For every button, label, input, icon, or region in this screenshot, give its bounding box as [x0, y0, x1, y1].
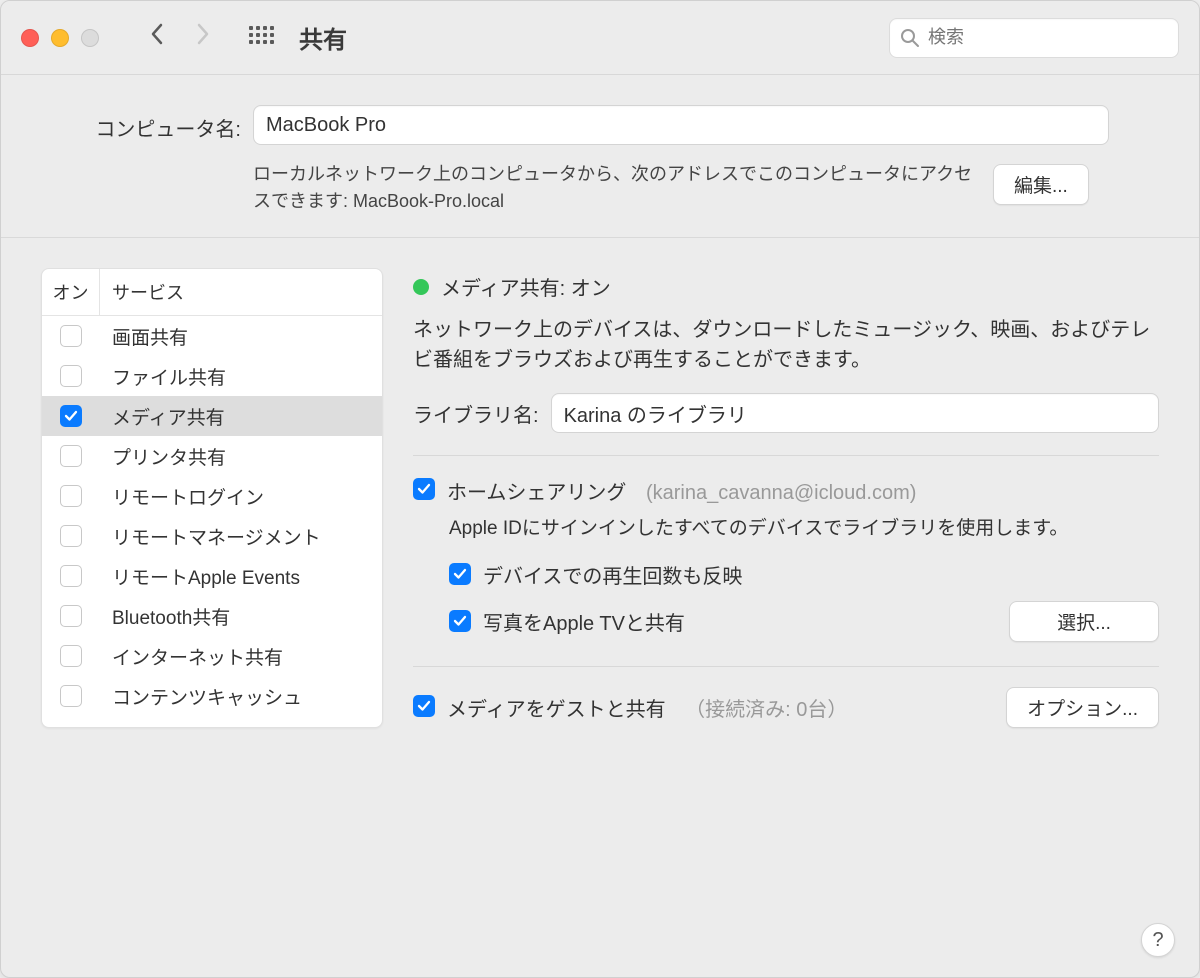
service-list-header: オン サービス — [42, 269, 382, 316]
zoom-window-button — [81, 29, 99, 47]
minimize-window-button[interactable] — [51, 29, 69, 47]
service-checkbox[interactable] — [60, 405, 82, 427]
close-window-button[interactable] — [21, 29, 39, 47]
search-box[interactable] — [889, 18, 1179, 58]
library-name-label: ライブラリ名: — [413, 399, 539, 428]
guest-sharing-status: （接続済み: 0台） — [685, 699, 847, 721]
photos-appletv-checkbox[interactable] — [449, 610, 471, 632]
edit-button[interactable]: 編集... — [993, 164, 1089, 205]
detail-pane: メディア共有: オン ネットワーク上のデバイスは、ダウンロードしたミュージック、… — [413, 268, 1169, 728]
service-row[interactable]: プリンタ共有 — [42, 436, 382, 476]
home-sharing-account: (karina_cavanna@icloud.com) — [646, 482, 916, 504]
service-checkbox[interactable] — [60, 565, 82, 587]
service-name: プリンタ共有 — [100, 443, 226, 470]
service-row[interactable]: ファイル共有 — [42, 356, 382, 396]
pane-title: 共有 — [299, 20, 347, 55]
search-icon — [900, 28, 920, 48]
local-address-desc: ローカルネットワーク上のコンピュータから、次のアドレスでこのコンピュータにアクセ… — [253, 161, 973, 215]
search-input[interactable] — [928, 27, 1168, 48]
service-checkbox[interactable] — [60, 365, 82, 387]
service-row[interactable]: リモートログイン — [42, 476, 382, 516]
play-count-label: デバイスでの再生回数も反映 — [483, 560, 742, 589]
home-sharing-label: ホームシェアリング — [447, 482, 626, 504]
window-controls — [21, 29, 99, 47]
service-row[interactable]: リモートマネージメント — [42, 516, 382, 556]
service-checkbox[interactable] — [60, 445, 82, 467]
show-all-icon[interactable] — [249, 26, 273, 50]
col-on-header: オン — [42, 269, 100, 315]
guest-sharing-label: メディアをゲストと共有 — [447, 699, 666, 721]
service-row[interactable]: メディア共有 — [42, 396, 382, 436]
service-row[interactable]: コンテンツキャッシュ — [42, 676, 382, 716]
service-row[interactable]: リモートApple Events — [42, 556, 382, 596]
divider — [413, 455, 1159, 456]
service-row[interactable]: Bluetooth共有 — [42, 596, 382, 636]
service-name: ファイル共有 — [100, 363, 226, 390]
titlebar: 共有 — [1, 1, 1199, 75]
service-list: オン サービス 画面共有ファイル共有メディア共有プリンタ共有リモートログインリモ… — [41, 268, 383, 728]
service-checkbox[interactable] — [60, 325, 82, 347]
computer-name-label: コンピュータ名: — [61, 105, 241, 142]
service-row[interactable]: インターネット共有 — [42, 636, 382, 676]
service-name: リモートApple Events — [100, 563, 300, 590]
service-name: リモートログイン — [100, 483, 264, 510]
back-button[interactable] — [149, 22, 165, 53]
guest-sharing-checkbox[interactable] — [413, 695, 435, 717]
select-button[interactable]: 選択... — [1009, 601, 1159, 642]
options-button[interactable]: オプション... — [1006, 687, 1159, 728]
service-name: 画面共有 — [100, 323, 188, 350]
service-checkbox[interactable] — [60, 685, 82, 707]
sharing-prefs-window: 共有 コンピュータ名: ローカルネットワーク上のコンピュータから、次のアドレスで… — [0, 0, 1200, 978]
play-count-checkbox[interactable] — [449, 563, 471, 585]
status-text: メディア共有: オン — [441, 272, 611, 301]
service-name: Bluetooth共有 — [100, 603, 230, 630]
help-button[interactable]: ? — [1141, 923, 1175, 957]
computer-name-section: コンピュータ名: ローカルネットワーク上のコンピュータから、次のアドレスでこのコ… — [1, 75, 1199, 238]
home-sharing-desc: Apple IDにサインインしたすべてのデバイスでライブラリを使用します。 — [449, 515, 1159, 544]
service-name: リモートマネージメント — [100, 523, 321, 550]
status-indicator-icon — [413, 279, 429, 295]
service-checkbox[interactable] — [60, 645, 82, 667]
main-section: オン サービス 画面共有ファイル共有メディア共有プリンタ共有リモートログインリモ… — [1, 238, 1199, 758]
service-checkbox[interactable] — [60, 525, 82, 547]
forward-button — [195, 22, 211, 53]
computer-name-field[interactable] — [253, 105, 1109, 145]
service-name: メディア共有 — [100, 403, 225, 430]
service-checkbox[interactable] — [60, 485, 82, 507]
nav-arrows — [149, 22, 211, 53]
service-name: コンテンツキャッシュ — [100, 683, 302, 710]
service-checkbox[interactable] — [60, 605, 82, 627]
col-service-header: サービス — [100, 269, 196, 315]
service-row[interactable]: 画面共有 — [42, 316, 382, 356]
service-description: ネットワーク上のデバイスは、ダウンロードしたミュージック、映画、およびテレビ番組… — [413, 315, 1159, 375]
service-name: インターネット共有 — [100, 643, 283, 670]
home-sharing-checkbox[interactable] — [413, 478, 435, 500]
photos-appletv-label: 写真をApple TVと共有 — [483, 607, 685, 636]
library-name-field[interactable] — [551, 393, 1159, 433]
divider — [413, 666, 1159, 667]
